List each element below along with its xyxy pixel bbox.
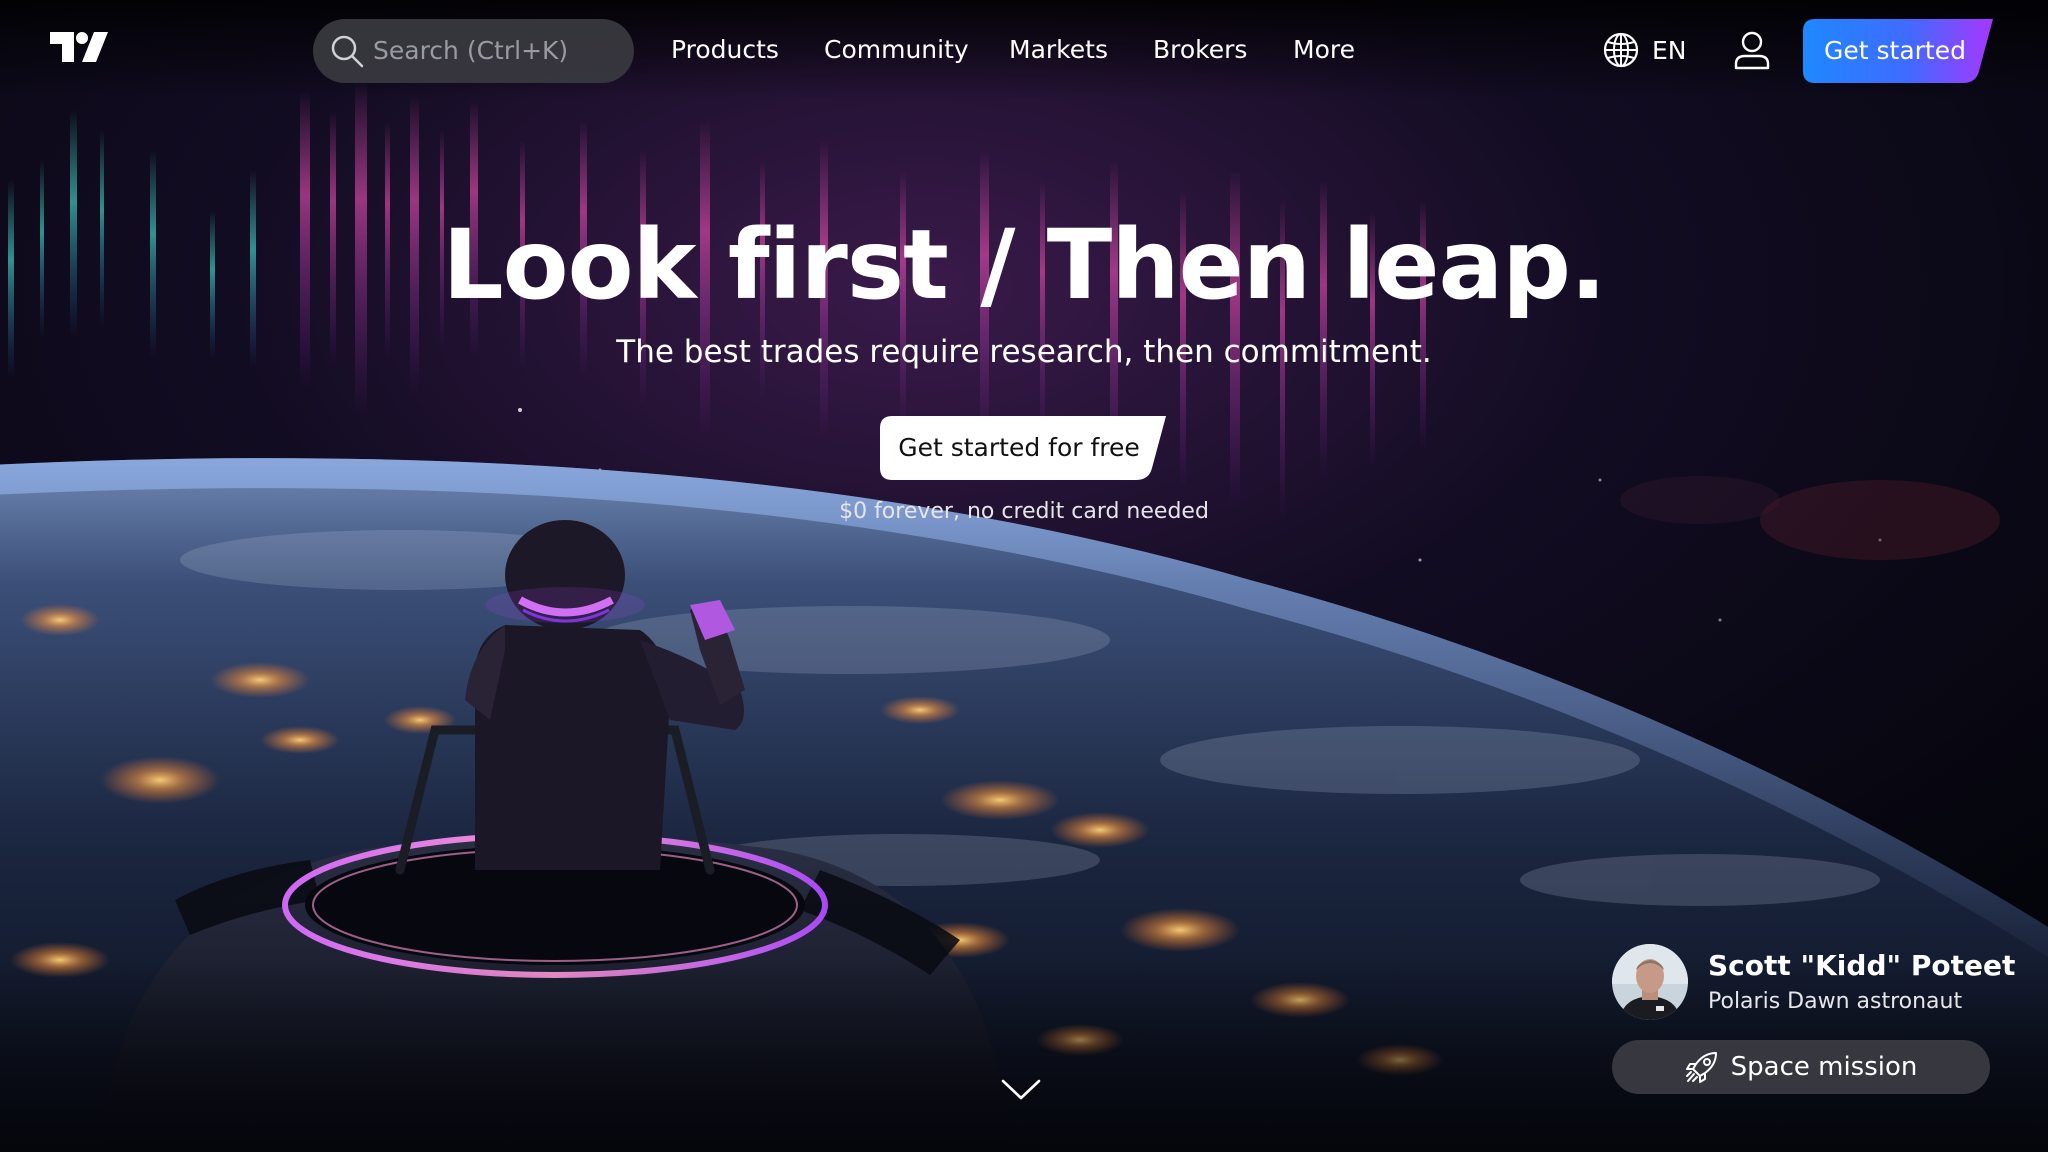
astronaut-name: Scott "Kidd" Poteet [1708,949,2016,982]
chevron-down-icon[interactable] [1000,1078,1042,1102]
search-icon [331,35,364,68]
globe-icon [1603,32,1639,68]
language-label[interactable]: EN [1652,36,1687,65]
hero-note: $0 forever, no credit card needed [839,499,1209,524]
hero-title: Look first / Then leap. [442,209,1607,321]
tradingview-logo[interactable] [50,32,110,66]
nav-brokers[interactable]: Brokers [1153,0,1247,100]
get-started-for-free-button[interactable]: Get started for free [880,416,1166,480]
top-navigation-bar: Search (Ctrl+K) Products Community Marke… [0,0,2048,100]
get-started-for-free-label[interactable]: Get started for free [880,416,1158,480]
user-icon[interactable] [1733,30,1771,70]
get-started-label[interactable]: Get started [1803,19,1987,83]
search-box[interactable]: Search (Ctrl+K) [313,19,634,83]
space-mission-label[interactable]: Space mission [1731,1052,1918,1082]
get-started-button[interactable]: Get started [1803,19,1993,83]
avatar [1612,944,1688,1020]
nav-products[interactable]: Products [671,0,779,100]
space-mission-button[interactable]: Space mission [1612,1040,1990,1094]
hero-subtitle: The best trades require research, then c… [616,334,1432,370]
avatar-portrait [1612,944,1688,1020]
rocket-icon [1685,1052,1717,1083]
language-selector[interactable]: EN [1602,30,1687,70]
search-placeholder[interactable]: Search (Ctrl+K) [373,19,568,83]
astronaut-role: Polaris Dawn astronaut [1708,989,1963,1014]
nav-markets[interactable]: Markets [1009,0,1108,100]
nav-more[interactable]: More [1293,0,1355,100]
hero-page: Search (Ctrl+K) Products Community Marke… [0,0,2048,1152]
nav-community[interactable]: Community [824,0,969,100]
